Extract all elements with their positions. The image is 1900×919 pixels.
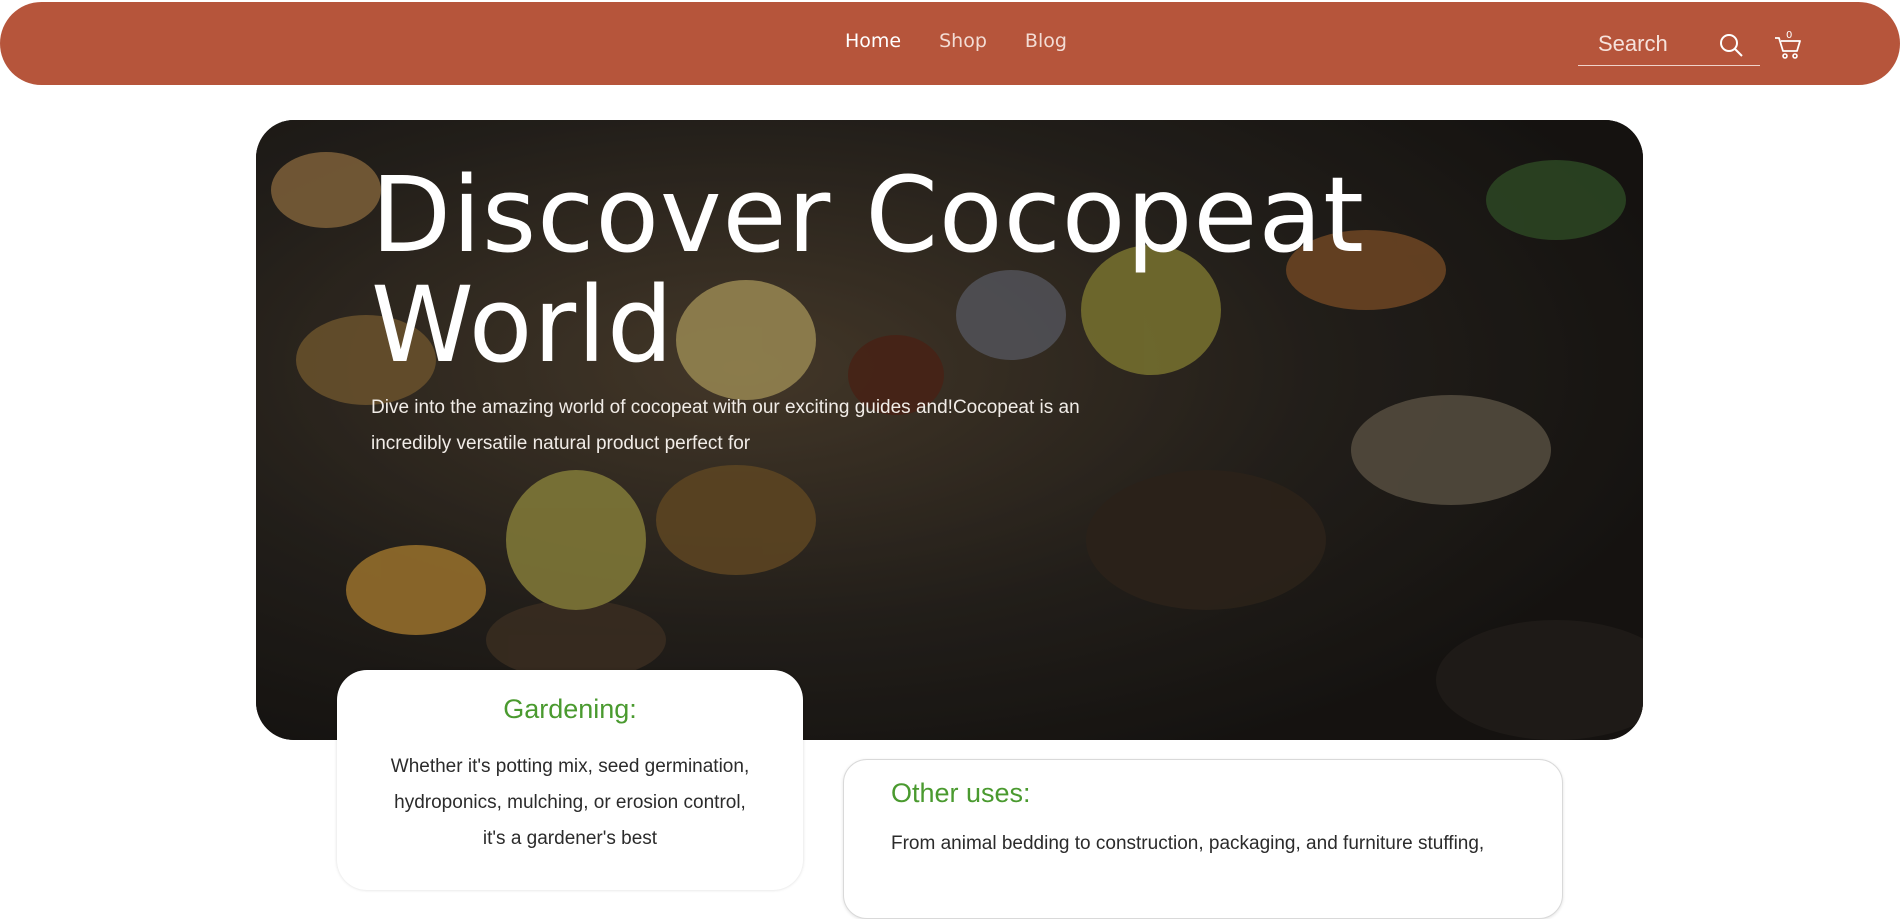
- gardening-card-title: Gardening:: [503, 694, 637, 724]
- cart-count-badge: 0: [1786, 30, 1793, 41]
- other-uses-card: Other uses: From animal bedding to const…: [843, 759, 1563, 919]
- other-uses-card-text: From animal bedding to construction, pac…: [891, 833, 1485, 854]
- hero-banner: Discover Cocopeat World Dive into the am…: [256, 120, 1643, 740]
- gardening-card-text: Whether it's potting mix, seed germinati…: [390, 756, 750, 849]
- search-box: [1578, 22, 1760, 66]
- nav-home-link[interactable]: Home: [845, 30, 901, 52]
- search-input[interactable]: [1596, 30, 1720, 58]
- hero-description: Dive into the amazing world of cocopeat …: [371, 397, 1080, 454]
- site-header: Home Shop Blog 0: [0, 2, 1900, 85]
- hero-title: Discover Cocopeat World: [371, 154, 1365, 386]
- cart-button[interactable]: 0: [1773, 30, 1803, 60]
- gardening-card: Gardening: Whether it's potting mix, see…: [337, 670, 803, 890]
- search-icon[interactable]: [1718, 32, 1744, 58]
- nav-shop-link[interactable]: Shop: [939, 30, 987, 52]
- nav-blog-link[interactable]: Blog: [1025, 30, 1067, 52]
- other-uses-card-title: Other uses:: [891, 778, 1031, 808]
- main-nav: Home Shop Blog: [845, 30, 1105, 52]
